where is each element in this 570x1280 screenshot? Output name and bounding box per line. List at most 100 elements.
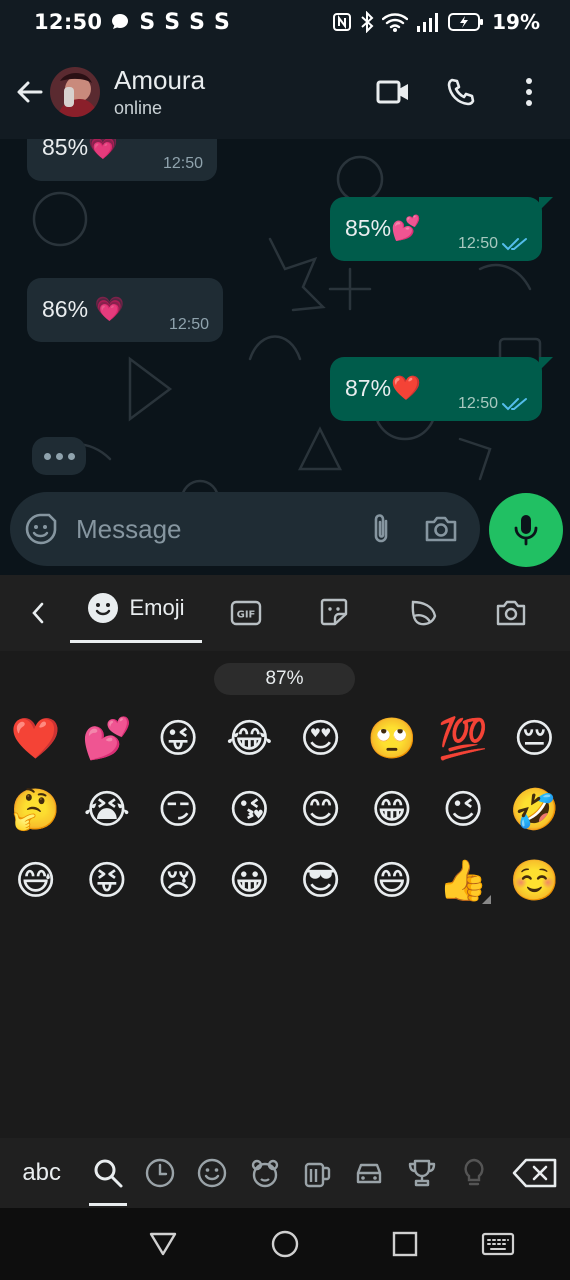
nav-recents-button[interactable] <box>375 1214 435 1274</box>
message-text: 85%💗 <box>42 139 118 161</box>
emoji-key[interactable]: ❤️ <box>0 703 71 774</box>
emoji-key[interactable]: 😂 <box>214 703 285 774</box>
camera-button[interactable] <box>416 499 466 559</box>
tab-avatar[interactable] <box>400 575 448 651</box>
bubble-tail <box>539 197 553 211</box>
voice-record-button[interactable] <box>489 493 563 567</box>
wifi-icon <box>382 13 409 32</box>
message-bubble-outgoing[interactable]: 85%💕 12:50 <box>330 197 553 261</box>
emoji-key[interactable]: 😊 <box>285 774 356 845</box>
emoji-key[interactable]: 😝 <box>71 845 142 916</box>
emoji-key[interactable]: 😜 <box>143 703 214 774</box>
phone-icon <box>447 78 475 105</box>
message-time: 12:50 <box>457 235 498 252</box>
tab-stickers[interactable] <box>310 575 358 651</box>
signal-icon <box>417 13 439 32</box>
emoji-key[interactable]: 💕 <box>71 703 142 774</box>
attach-button[interactable] <box>356 499 406 559</box>
s-app-icon: S <box>189 9 205 35</box>
back-button[interactable] <box>4 62 56 122</box>
smiley-filled-icon <box>88 592 119 623</box>
nav-home-button[interactable] <box>255 1214 315 1274</box>
category-recent[interactable] <box>134 1138 186 1208</box>
avatar-photo <box>50 66 100 117</box>
sticker-icon <box>320 598 348 626</box>
search-icon <box>94 1159 123 1188</box>
tab-camera[interactable] <box>487 575 535 651</box>
emoji-keyboard: Emoji GIF 87% ❤️ 💕 😜 😂 😍 🙄 💯 😔 🤔 😭 😏 😘 😊… <box>0 575 570 1208</box>
car-icon <box>357 1163 382 1184</box>
emoji-key[interactable]: 🙄 <box>356 703 427 774</box>
chat-header: Amoura online <box>0 44 570 139</box>
skin-tone-variant-marker <box>481 895 491 904</box>
bear-icon <box>251 1159 278 1188</box>
category-animals[interactable] <box>238 1138 290 1208</box>
category-smileys[interactable] <box>186 1138 238 1208</box>
message-time: 12:50 <box>168 316 209 333</box>
backspace-button[interactable] <box>500 1138 570 1208</box>
keyboard-tab-bar: Emoji GIF <box>0 575 570 651</box>
message-input[interactable] <box>76 513 336 545</box>
more-options-button[interactable] <box>508 71 550 113</box>
read-ticks-icon <box>502 398 527 411</box>
abc-keyboard-button[interactable]: abc <box>0 1159 83 1187</box>
typing-indicator <box>32 437 86 475</box>
category-travel[interactable] <box>343 1138 395 1208</box>
emoji-key[interactable]: 😔 <box>499 703 570 774</box>
nav-back-button[interactable] <box>133 1214 193 1274</box>
contact-status: online <box>114 97 163 118</box>
more-vertical-icon <box>526 77 532 106</box>
battery-percent: 19% <box>492 10 540 34</box>
emoji-key[interactable]: 😀 <box>214 845 285 916</box>
message-bubble-incoming[interactable]: 85%💗 12:50 <box>27 139 217 181</box>
emoji-key[interactable]: 😏 <box>143 774 214 845</box>
keyboard-back-button[interactable] <box>14 575 62 651</box>
tab-gif[interactable]: GIF <box>222 575 270 651</box>
emoji-key-with-variants[interactable]: 👍 <box>428 845 499 916</box>
read-ticks-icon <box>502 238 527 251</box>
message-text: 85%💕 <box>345 215 421 242</box>
lightbulb-icon <box>464 1158 484 1186</box>
emoji-key[interactable]: 😉 <box>428 774 499 845</box>
contact-name: Amoura <box>114 64 206 95</box>
category-food[interactable] <box>291 1138 343 1208</box>
message-bubble-incoming[interactable]: 86% 💗 12:50 <box>27 278 223 342</box>
emoji-key[interactable]: 🤣 <box>499 774 570 845</box>
category-activities[interactable] <box>396 1138 448 1208</box>
emoji-key[interactable]: 😄 <box>356 845 427 916</box>
category-objects[interactable] <box>448 1138 500 1208</box>
avatar[interactable] <box>50 66 100 117</box>
emoji-key[interactable]: 🤔 <box>0 774 71 845</box>
emoji-key[interactable]: 😍 <box>285 703 356 774</box>
emoji-key[interactable]: 😎 <box>285 845 356 916</box>
keyboard-icon <box>481 1232 515 1256</box>
bluetooth-icon <box>361 11 374 33</box>
emoji-key[interactable]: 😭 <box>71 774 142 845</box>
message-time: 12:50 <box>162 155 203 172</box>
emoji-key[interactable]: ☺️ <box>499 845 570 916</box>
video-call-button[interactable] <box>372 71 414 113</box>
beer-mug-icon <box>304 1162 331 1188</box>
gif-icon: GIF <box>230 600 262 626</box>
emoji-key[interactable]: 😘 <box>214 774 285 845</box>
tab-emoji[interactable]: Emoji <box>70 575 202 643</box>
emoji-category-bar: abc <box>0 1138 570 1208</box>
emoji-key[interactable]: 😅 <box>0 845 71 916</box>
keyboard-switch-button[interactable] <box>468 1214 528 1274</box>
camera-icon <box>496 600 526 626</box>
emoji-key[interactable]: 💯 <box>428 703 499 774</box>
category-search[interactable] <box>81 1138 133 1208</box>
message-bubble-outgoing[interactable]: 87%❤️ 12:50 <box>330 357 553 421</box>
voice-call-button[interactable] <box>440 71 482 113</box>
bubble-tail <box>539 357 553 371</box>
emoji-key[interactable]: 😢 <box>143 845 214 916</box>
camera-icon <box>425 516 457 542</box>
contact-info[interactable]: Amoura online <box>114 65 205 119</box>
smiley-icon <box>198 1158 227 1188</box>
avatar-sticker-icon <box>411 600 437 626</box>
nfc-icon <box>333 13 352 31</box>
emoji-search-input[interactable]: 87% <box>214 663 355 695</box>
sticker-toggle-button[interactable] <box>10 499 72 559</box>
message-text: 86% 💗 <box>42 296 125 323</box>
emoji-key[interactable]: 😁 <box>356 774 427 845</box>
